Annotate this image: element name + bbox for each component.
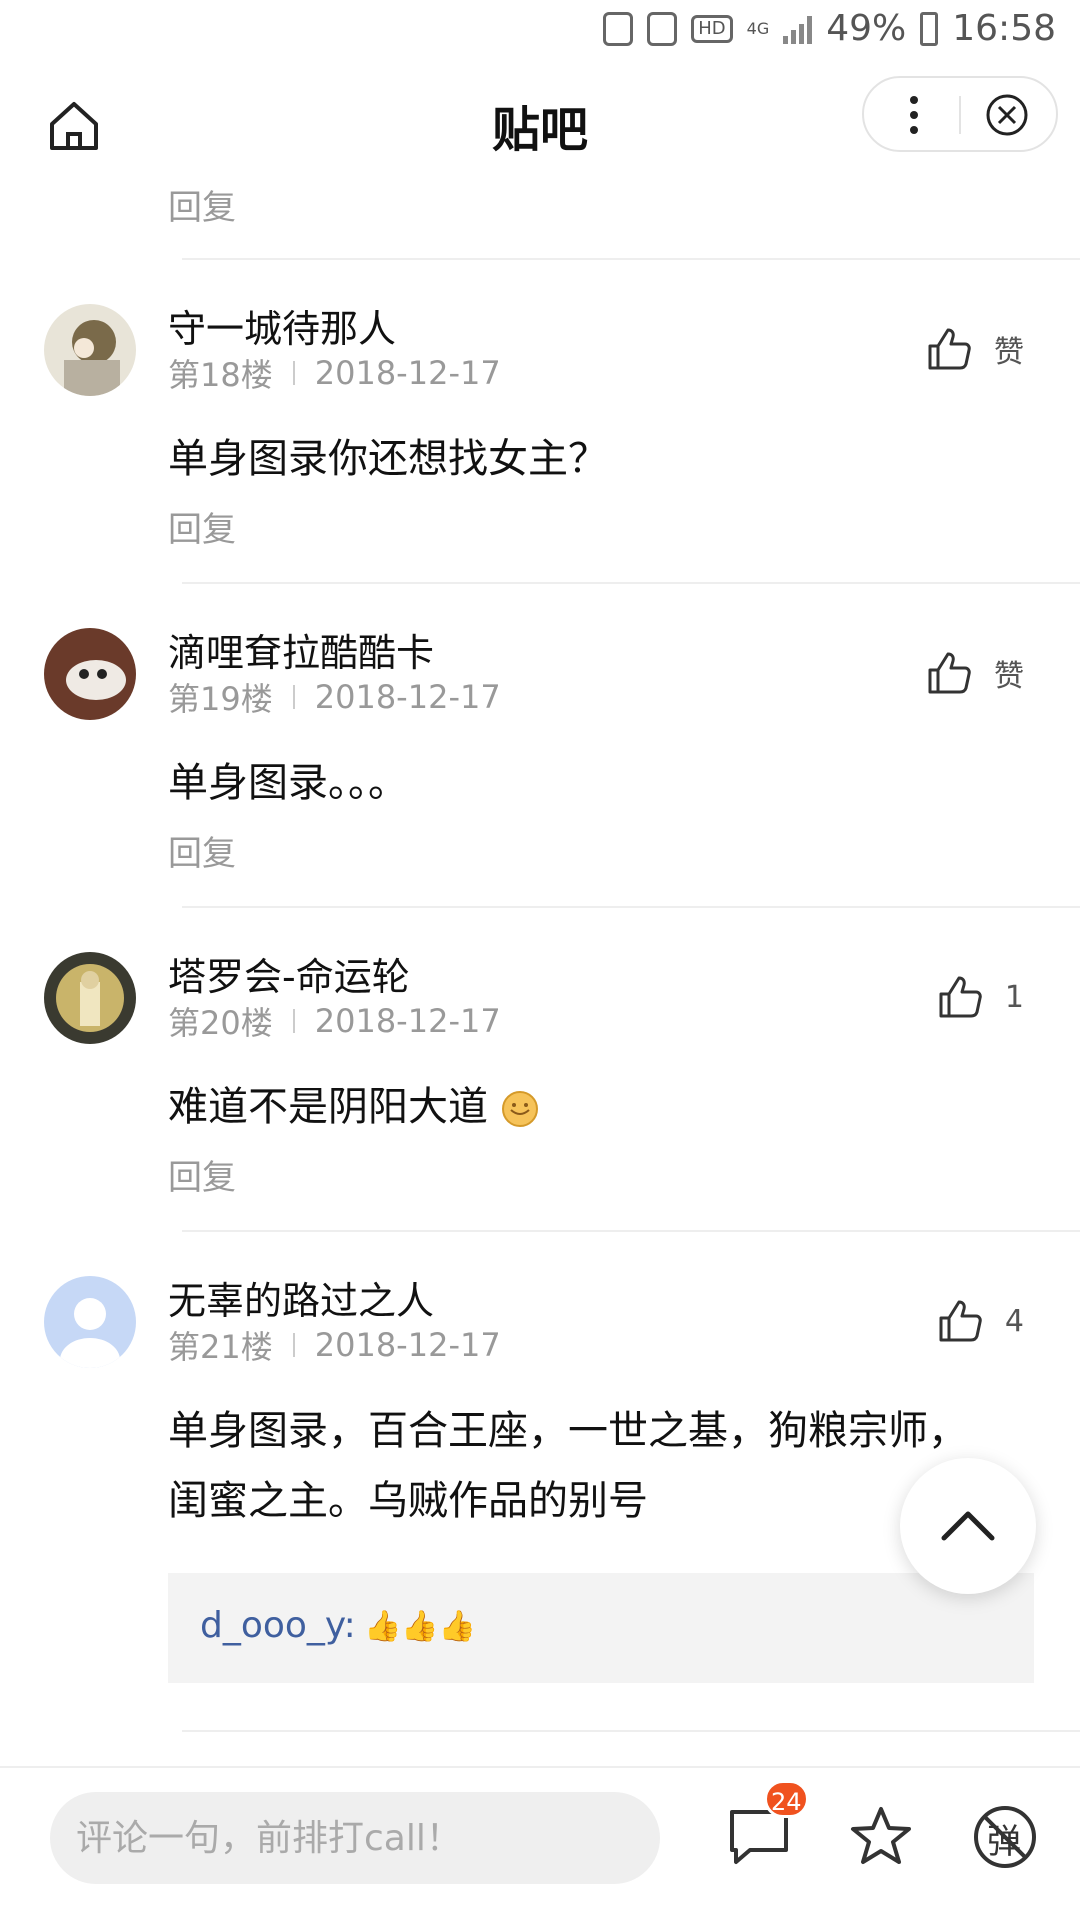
post-meta: 第18楼 2018-12-17	[168, 350, 501, 396]
star-icon	[851, 1807, 911, 1864]
like-button[interactable]: 赞	[926, 326, 1024, 372]
thumb-up-icon	[939, 976, 982, 1018]
bottom-bar: 24 弹	[0, 1766, 1080, 1920]
divider	[182, 258, 1080, 260]
post-date: 2018-12-17	[314, 354, 501, 392]
username[interactable]: 守一城待那人	[168, 298, 396, 353]
avatar[interactable]	[44, 304, 136, 396]
avatar[interactable]	[44, 628, 136, 720]
back-to-top-button[interactable]	[900, 1458, 1036, 1594]
capsule-divider	[959, 96, 961, 134]
meta-separator	[292, 361, 295, 385]
thumb-up-icon	[928, 328, 971, 370]
nfc-icon	[647, 11, 678, 46]
reply-button[interactable]: 回复	[168, 180, 236, 229]
chevron-up-icon	[941, 1511, 995, 1541]
thumbs-emoji: 👍👍👍	[364, 1609, 477, 1644]
post-meta: 第20楼 2018-12-17	[168, 998, 501, 1044]
sub-reply-username[interactable]: d_ooo_y:	[200, 1605, 356, 1646]
status-bar: HD 4G 49% 16:58	[0, 0, 1080, 62]
divider	[182, 582, 1080, 584]
comments-button[interactable]: 24	[726, 1780, 809, 1870]
more-icon[interactable]	[904, 92, 924, 138]
battery-icon	[920, 11, 939, 46]
floor-number: 第20楼	[168, 1004, 273, 1042]
avatar[interactable]	[44, 1276, 136, 1368]
like-count: 4	[1004, 1303, 1024, 1339]
post-content: 单身图录。。。	[168, 760, 408, 806]
reply-button[interactable]: 回复	[168, 1150, 236, 1199]
clock: 16:58	[952, 8, 1056, 49]
lock-icon	[603, 11, 634, 46]
post-content: 单身图录，百合王座，一世之基，狗粮宗师， 闺蜜之主。乌贼作品的别号	[168, 1396, 1020, 1536]
status-icons: HD 4G 49% 16:58	[603, 8, 1056, 49]
like-button[interactable]: 赞	[926, 650, 1024, 696]
battery-percent: 49%	[826, 8, 907, 49]
close-icon[interactable]	[984, 92, 1030, 138]
username[interactable]: 滴哩耷拉酷酷卡	[168, 622, 434, 677]
post-text: 难道不是阴阳大道	[168, 1084, 488, 1130]
reply-button[interactable]: 回复	[168, 502, 236, 551]
signal-icon	[783, 14, 813, 44]
comment-input[interactable]	[50, 1792, 660, 1884]
sub-reply-box[interactable]: d_ooo_y: 👍👍👍	[168, 1573, 1034, 1683]
post-date: 2018-12-17	[314, 678, 501, 716]
like-label: 赞	[994, 335, 1024, 370]
username[interactable]: 塔罗会-命运轮	[168, 946, 410, 1001]
mini-program-capsule	[862, 76, 1058, 152]
favorite-button[interactable]	[848, 1804, 914, 1870]
divider	[182, 906, 1080, 908]
floor-number: 第19楼	[168, 680, 273, 718]
reply-button[interactable]: 回复	[168, 826, 236, 875]
danmu-toggle-button[interactable]: 弹	[972, 1804, 1038, 1870]
like-label: 赞	[994, 659, 1024, 694]
danmu-label: 弹	[987, 1822, 1021, 1862]
meta-separator	[292, 1333, 295, 1357]
divider	[182, 1230, 1080, 1232]
post-text-line: 闺蜜之主。乌贼作品的别号	[168, 1478, 648, 1524]
post-date: 2018-12-17	[314, 1002, 501, 1040]
meta-separator	[292, 1009, 295, 1033]
thumb-up-icon	[928, 652, 971, 694]
post-date: 2018-12-17	[314, 1326, 501, 1364]
post-content: 单身图录你还想找女主？	[168, 436, 608, 482]
post-meta: 第19楼 2018-12-17	[168, 674, 501, 720]
post-content: 难道不是阴阳大道	[168, 1072, 1020, 1142]
floor-number: 第18楼	[168, 356, 273, 394]
post-meta: 第21楼 2018-12-17	[168, 1322, 501, 1368]
username[interactable]: 无辜的路过之人	[168, 1270, 434, 1325]
divider	[182, 1730, 1080, 1732]
like-button[interactable]: 4	[937, 1298, 1024, 1344]
like-button[interactable]: 1	[937, 974, 1024, 1020]
meta-separator	[292, 685, 295, 709]
post-text-line: 单身图录，百合王座，一世之基，狗粮宗师，	[168, 1408, 968, 1454]
network-type: 4G	[746, 18, 770, 38]
floor-number: 第21楼	[168, 1328, 273, 1366]
like-count: 1	[1004, 979, 1024, 1015]
emoji-icon	[501, 1091, 538, 1127]
thumb-up-icon	[939, 1300, 982, 1342]
comment-count-badge: 24	[764, 1780, 809, 1818]
hd-icon: HD	[691, 14, 733, 43]
avatar[interactable]	[44, 952, 136, 1044]
app-header: 贴吧	[0, 62, 1080, 182]
